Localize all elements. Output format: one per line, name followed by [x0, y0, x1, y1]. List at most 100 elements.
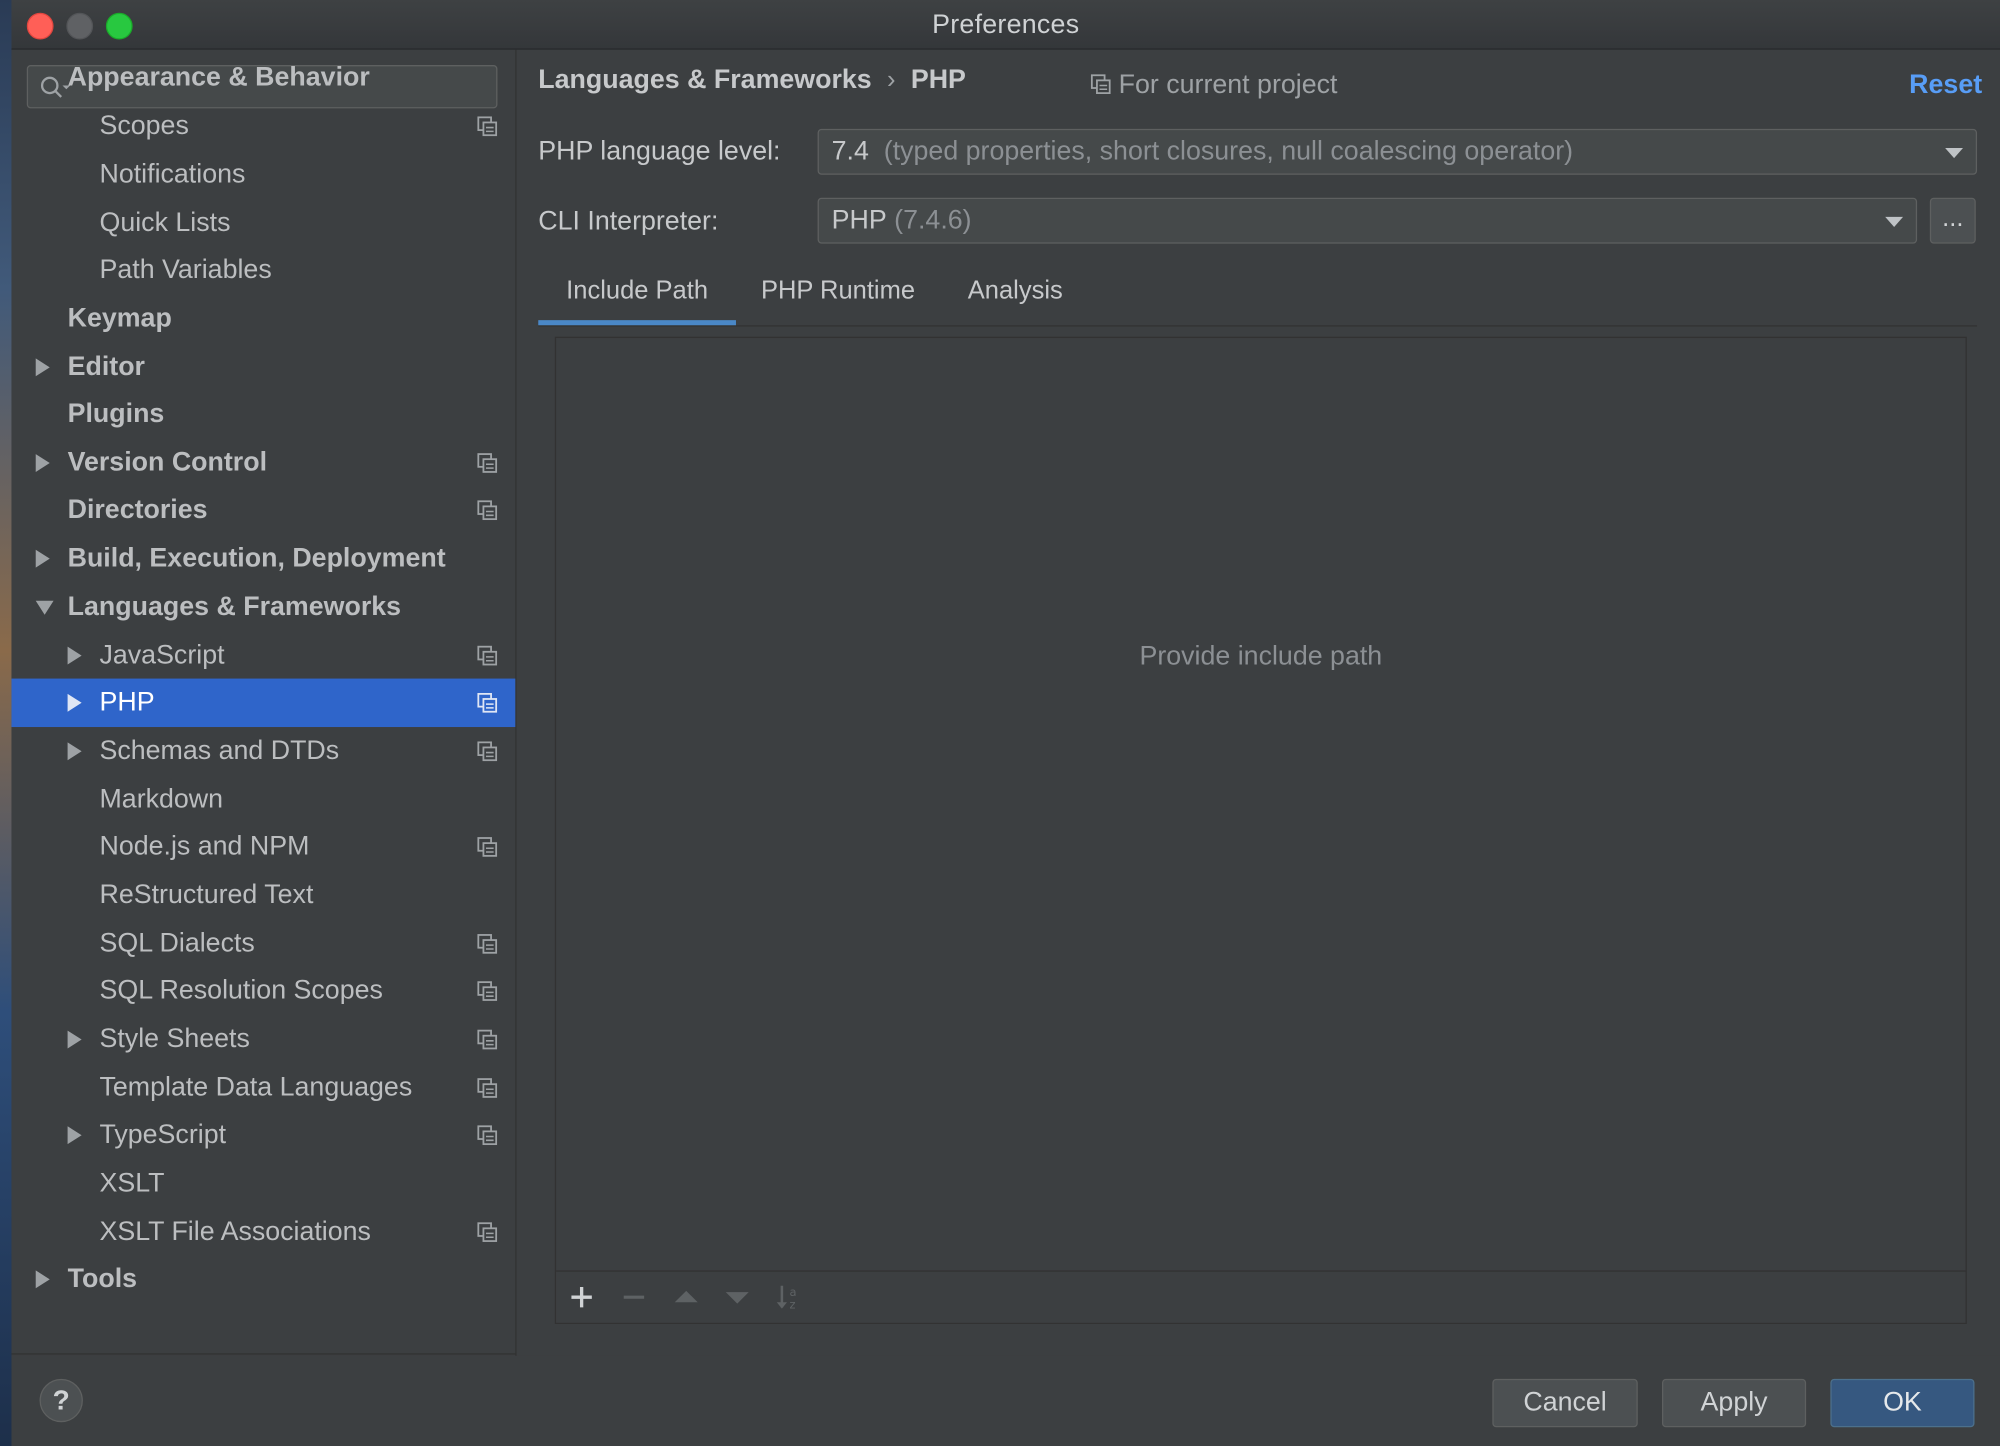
sidebar-item-build-execution-deployment[interactable]: Build, Execution, Deployment: [11, 534, 515, 582]
chevron-down-icon: [1885, 216, 1904, 228]
project-scope-icon: [477, 453, 498, 473]
sidebar-item-label: Version Control: [67, 447, 268, 478]
sidebar-item-sql-resolution-scopes[interactable]: SQL Resolution Scopes: [11, 967, 515, 1015]
sidebar-item-tools[interactable]: Tools: [11, 1255, 515, 1303]
configure-interpreters-button[interactable]: ...: [1929, 197, 1976, 244]
sidebar-item-restructured-text[interactable]: ReStructured Text: [11, 871, 515, 919]
sidebar-item-label: Markdown: [99, 784, 224, 814]
language-level-dropdown[interactable]: 7.4 (typed properties, short closures, n…: [817, 128, 1978, 175]
move-down-icon[interactable]: [722, 1282, 753, 1313]
cli-interpreter-label: CLI Interpreter:: [538, 206, 719, 236]
tab-include-path[interactable]: Include Path: [538, 267, 736, 326]
sidebar-item-label: Languages & Frameworks: [67, 591, 402, 622]
sidebar-item-keymap[interactable]: Keymap: [11, 295, 515, 343]
collapsed-arrow-icon[interactable]: [35, 1270, 50, 1289]
cli-interpreter-value: PHP: [831, 205, 887, 235]
cli-interpreter-dropdown[interactable]: PHP (7.4.6): [817, 197, 1918, 244]
sidebar-item-node-js-and-npm[interactable]: Node.js and NPM: [11, 823, 515, 871]
php-tabs: Include Path PHP Runtime Analysis: [538, 267, 1978, 327]
sidebar-item-label: Build, Execution, Deployment: [67, 543, 446, 573]
sidebar-item-php[interactable]: PHP: [11, 678, 516, 728]
sidebar-item-notifications[interactable]: Notifications: [11, 151, 515, 199]
sidebar-item-template-data-languages[interactable]: Template Data Languages: [11, 1064, 515, 1112]
project-scope-icon: [477, 981, 498, 1001]
sidebar-item-sql-dialects[interactable]: SQL Dialects: [11, 920, 515, 968]
sidebar-item-label: Style Sheets: [99, 1024, 250, 1054]
project-scope-icon: [477, 645, 498, 666]
collapsed-arrow-icon[interactable]: [35, 358, 50, 377]
sidebar-item-languages-frameworks[interactable]: Languages & Frameworks: [11, 583, 515, 631]
sidebar-item-label: Node.js and NPM: [99, 831, 310, 861]
project-scope-icon: [477, 1078, 498, 1098]
ok-button[interactable]: OK: [1830, 1378, 1975, 1428]
sidebar-item-label: SQL Dialects: [99, 928, 255, 958]
add-icon[interactable]: [566, 1282, 597, 1313]
cancel-button[interactable]: Cancel: [1492, 1378, 1638, 1428]
project-scope-icon: [477, 741, 498, 762]
sidebar-item-xslt[interactable]: XSLT: [11, 1159, 515, 1207]
move-up-icon[interactable]: [671, 1282, 702, 1313]
sidebar-item-label: Keymap: [67, 303, 172, 333]
project-scope-icon: [477, 500, 498, 521]
collapsed-arrow-icon[interactable]: [67, 646, 82, 665]
sidebar-item-label: Path Variables: [99, 255, 272, 285]
language-level-label: PHP language level:: [538, 136, 781, 166]
project-scope-icon: [477, 116, 498, 137]
language-level-value: 7.4: [831, 136, 869, 166]
sidebar-item-schemas-and-dtds[interactable]: Schemas and DTDs: [11, 727, 515, 775]
sort-icon[interactable]: a z: [774, 1282, 805, 1313]
project-scope-icon: [477, 934, 498, 954]
sidebar-item-label: Appearance & Behavior: [67, 62, 370, 92]
sidebar-item-label: Notifications: [99, 159, 246, 189]
sidebar-item-appearance-behavior[interactable]: Appearance & Behavior: [11, 54, 515, 102]
preferences-window: Preferences Appearance & Behavior Scopes N…: [0, 0, 2000, 1446]
sidebar-item-label: ReStructured Text: [99, 880, 314, 910]
tab-php-runtime[interactable]: PHP Runtime: [742, 267, 933, 326]
help-button[interactable]: ?: [39, 1378, 83, 1423]
sidebar-item-label: PHP: [99, 687, 155, 717]
sidebar-item-label: Editor: [67, 352, 145, 382]
sidebar-item-label: Quick Lists: [99, 207, 231, 238]
sidebar-item-label: Tools: [67, 1264, 138, 1294]
sidebar-item-plugins[interactable]: Plugins: [11, 390, 515, 438]
collapsed-arrow-icon[interactable]: [67, 693, 82, 712]
collapsed-arrow-icon[interactable]: [67, 1126, 82, 1145]
sidebar-item-editor[interactable]: Editor: [11, 343, 515, 391]
sidebar-item-version-control[interactable]: Version Control: [11, 439, 515, 487]
sidebar-item-label: Schemas and DTDs: [99, 735, 340, 766]
project-scope-icon: [477, 1029, 498, 1050]
php-settings-panel: Languages & Frameworks › PHP For current p…: [516, 49, 2000, 1356]
settings-sidebar: Appearance & Behavior Scopes Notifications…: [11, 49, 517, 1356]
reset-link[interactable]: Reset: [1909, 70, 1982, 101]
dialog-footer: ? Cancel Apply OK: [11, 1355, 2000, 1446]
apply-button[interactable]: Apply: [1661, 1378, 1807, 1428]
sidebar-item-xslt-file-associations[interactable]: XSLT File Associations: [11, 1208, 515, 1256]
sidebar-item-style-sheets[interactable]: Style Sheets: [11, 1015, 515, 1063]
expanded-arrow-icon[interactable]: [35, 600, 54, 615]
sidebar-item-label: JavaScript: [99, 640, 225, 670]
sidebar-item-label: TypeScript: [99, 1119, 227, 1150]
tab-analysis[interactable]: Analysis: [940, 267, 1091, 326]
sidebar-item-label: XSLT File Associations: [99, 1216, 371, 1247]
collapsed-arrow-icon[interactable]: [35, 549, 50, 568]
sidebar-item-label: Template Data Languages: [99, 1072, 413, 1103]
collapsed-arrow-icon[interactable]: [35, 454, 50, 472]
collapsed-arrow-icon[interactable]: [67, 742, 82, 761]
include-path-list[interactable]: Provide include path a z: [554, 336, 1967, 1324]
breadcrumb-parent: Languages & Frameworks: [538, 65, 872, 95]
collapsed-arrow-icon[interactable]: [67, 1030, 82, 1049]
sidebar-item-markdown[interactable]: Markdown: [11, 776, 515, 824]
sidebar-item-path-variables[interactable]: Path Variables: [11, 246, 515, 294]
remove-icon[interactable]: [619, 1282, 650, 1313]
sidebar-item-directories[interactable]: Directories: [11, 486, 515, 534]
title-bar: Preferences: [11, 0, 2000, 50]
project-scope-icon: [477, 1222, 498, 1242]
sidebar-item-label: SQL Resolution Scopes: [99, 975, 383, 1006]
svg-text:z: z: [790, 1298, 796, 1312]
sidebar-item-quick-lists[interactable]: Quick Lists: [11, 199, 515, 247]
sidebar-item-scopes[interactable]: Scopes: [11, 102, 515, 150]
sidebar-item-javascript[interactable]: JavaScript: [11, 631, 515, 679]
sidebar-item-typescript[interactable]: TypeScript: [11, 1111, 515, 1159]
project-scope-icon: [477, 692, 498, 713]
desktop-background: [0, 0, 12, 1446]
